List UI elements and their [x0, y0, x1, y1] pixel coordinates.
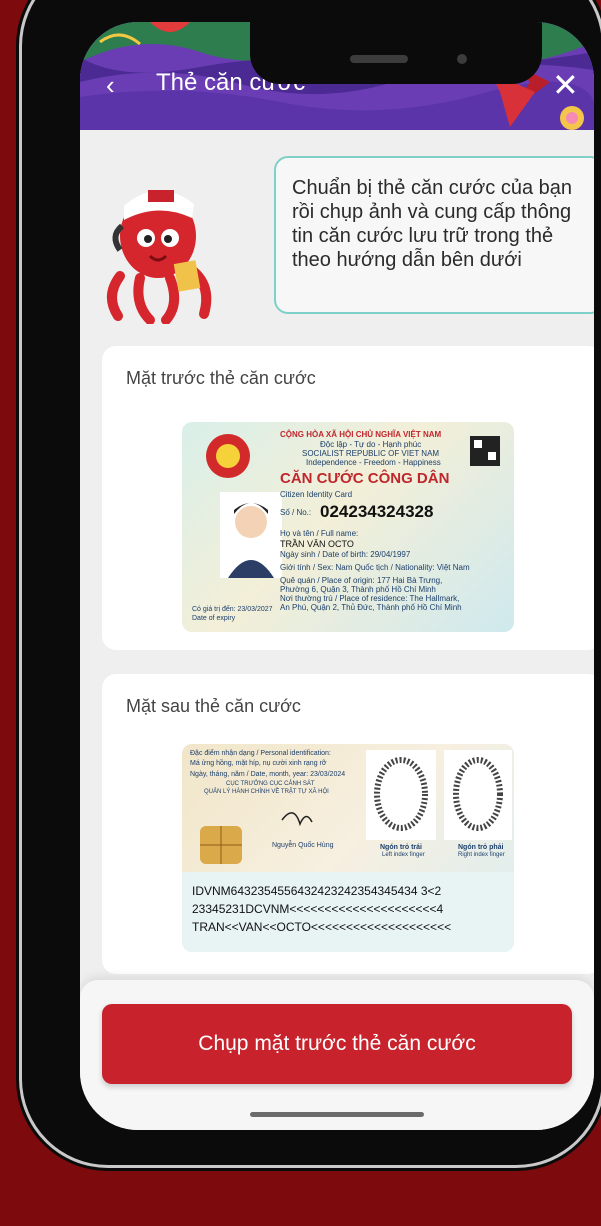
- octopus-mascot: [107, 190, 212, 324]
- id-number-label: Số / No.:: [280, 508, 312, 517]
- front-camera: [457, 54, 467, 64]
- id-ident-label: Đặc điểm nhận dạng / Personal identifica…: [190, 750, 331, 757]
- id-subtitle: Citizen Identity Card: [280, 490, 353, 499]
- id-origin: Quê quán / Place of origin: 177 Hai Bà T…: [280, 576, 443, 585]
- app-screen: ‹ Thẻ căn cước ✕ Chuẩn bị thẻ căn cước c…: [80, 22, 594, 1130]
- front-id-card: CỘNG HÒA XÃ HỘI CHỦ NGHĨA VIỆT NAM Độc l…: [182, 422, 514, 632]
- speaker-grille: [350, 55, 408, 63]
- mrz-line-3: TRAN<<VAN<<OCTO<<<<<<<<<<<<<<<<<<<<: [192, 920, 452, 934]
- right-finger-label-en: Right index finger: [458, 852, 505, 858]
- id-dob: Ngày sinh / Date of birth: 29/04/1997: [280, 550, 411, 559]
- id-motto-en: Independence - Freedom - Happiness: [306, 458, 441, 467]
- instruction-bubble: Chuẩn bị thẻ căn cước của bạn rồi chụp ả…: [274, 156, 594, 314]
- id-name: TRẦN VĂN OCTO: [280, 539, 354, 549]
- front-card-section[interactable]: Mặt trước thẻ căn cước CỘNG HÒA XÃ HỘI C…: [102, 346, 594, 650]
- id-office-2: QUẢN LÝ HÀNH CHÍNH VỀ TRẬT TỰ XÃ HỘI: [204, 789, 329, 795]
- id-residence-2: An Phú, Quận 2, Thủ Đức, Thành phố Hồ Ch…: [280, 603, 462, 612]
- header-banner: ‹ Thẻ căn cước ✕: [80, 22, 594, 130]
- phone-notch: [250, 22, 542, 84]
- id-title: CĂN CƯỚC CÔNG DÂN: [280, 470, 450, 487]
- right-finger-label: Ngón trỏ phải: [458, 844, 504, 851]
- id-issue-date: Ngày, tháng, năm / Date, month, year: 23…: [190, 771, 346, 778]
- id-expiry: Có giá trị đến: 23/03/2027: [192, 606, 273, 613]
- back-chevron-icon[interactable]: ‹: [106, 70, 115, 101]
- id-signer: Nguyễn Quốc Hùng: [272, 842, 334, 849]
- id-expiry-en: Date of expiry: [192, 615, 236, 622]
- id-country: CỘNG HÒA XÃ HỘI CHỦ NGHĨA VIỆT NAM: [280, 430, 442, 439]
- id-origin-2: Phường 6, Quận 3, Thành phố Hồ Chí Minh: [280, 585, 436, 594]
- phone-frame: ‹ Thẻ căn cước ✕ Chuẩn bị thẻ căn cước c…: [22, 0, 601, 1165]
- back-card-label: Mặt sau thẻ căn cước: [126, 696, 301, 716]
- mrz-line-2: 23345231DCVNM<<<<<<<<<<<<<<<<<<<<<4: [192, 902, 444, 916]
- left-finger-label-en: Left index finger: [382, 852, 425, 858]
- left-finger-label: Ngón trỏ trái: [380, 844, 422, 851]
- home-indicator: [250, 1112, 424, 1117]
- back-card-section[interactable]: Mặt sau thẻ căn cước Đặc điểm nhận dạng …: [102, 674, 594, 974]
- front-card-label: Mặt trước thẻ căn cước: [126, 368, 316, 388]
- id-country-en: SOCIALIST REPUBLIC OF VIET NAM: [302, 449, 440, 458]
- id-ident: Má ửng hồng, mặt híp, nụ cười xinh rạng …: [190, 760, 327, 767]
- mrz-line-1: IDVNM6432354556432423242354345434 3<2: [192, 884, 442, 898]
- capture-front-button[interactable]: Chụp mặt trước thẻ căn cước: [102, 1004, 572, 1084]
- id-number: 024234324328: [320, 502, 434, 521]
- back-id-card: Đặc điểm nhận dạng / Personal identifica…: [182, 744, 514, 952]
- id-sex-nationality: Giới tính / Sex: Nam Quốc tịch / Nationa…: [280, 563, 470, 572]
- id-motto: Độc lập - Tự do - Hạnh phúc: [320, 440, 422, 449]
- id-office-1: CỤC TRƯỞNG CỤC CẢNH SÁT: [226, 781, 315, 787]
- id-residence: Nơi thường trú / Place of residence: The…: [280, 594, 460, 603]
- id-name-label: Họ và tên / Full name:: [280, 529, 359, 538]
- close-icon[interactable]: ✕: [552, 66, 579, 104]
